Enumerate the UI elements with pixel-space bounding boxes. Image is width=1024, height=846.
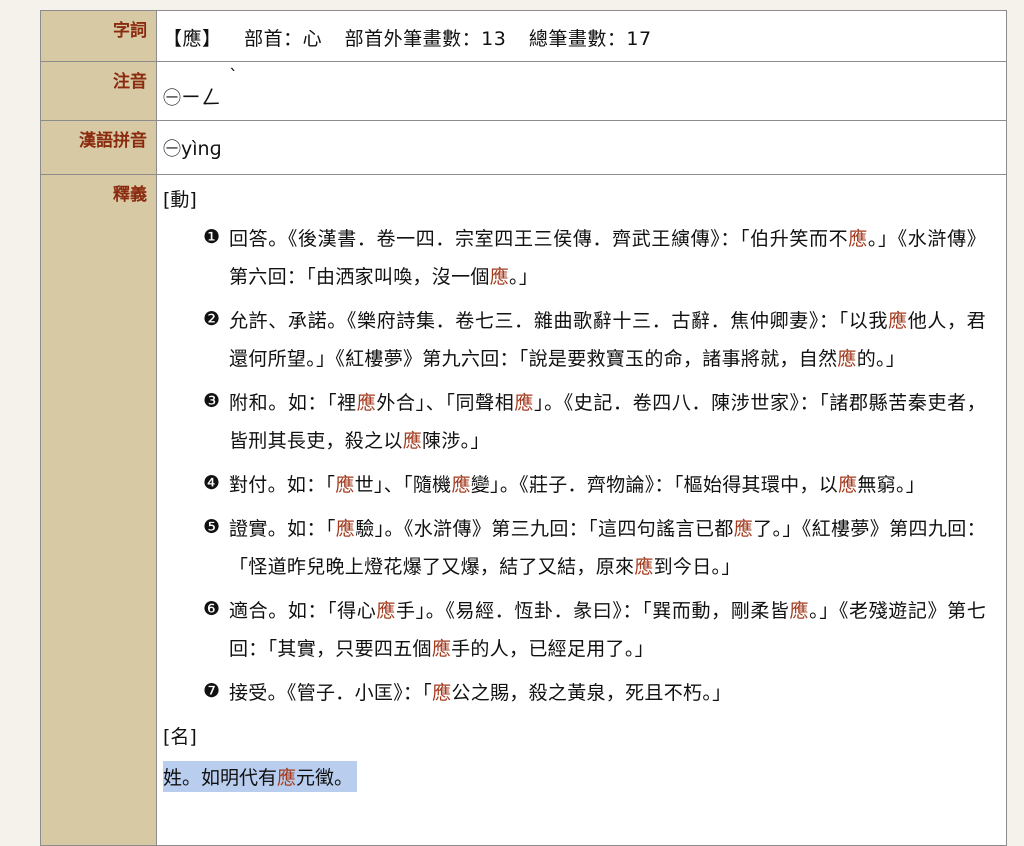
zhuyin-symbols: ㄧㄥ xyxy=(181,85,221,109)
highlighted-headword: 應 xyxy=(335,474,355,496)
sense-list: ❶ 回答。《後漢書．卷一四．宗室四王三侯傳．齊武王縯傳》：「伯升笑而不應。」《水滸… xyxy=(163,220,1006,712)
sense-item: ❶ 回答。《後漢書．卷一四．宗室四王三侯傳．齊武王縯傳》：「伯升笑而不應。」《水滸… xyxy=(163,220,1006,296)
highlighted-headword: 應 xyxy=(451,474,471,496)
sense-text: 對付。如：「應世」、「隨機應變」。《莊子．齊物論》：「樞始得其環中，以應無窮。」 xyxy=(229,466,986,504)
highlighted-headword: 應 xyxy=(789,600,810,622)
definition-text: 公之賜，殺之黃泉，死且不朽。」 xyxy=(451,682,732,704)
noun-definition-selected[interactable]: 姓。如明代有應元徵。 xyxy=(163,761,358,792)
sense-text: 證實。如：「應驗」。《水滸傳》第三九回：「這四句謠言已都應了。」《紅樓夢》第四九… xyxy=(229,510,986,586)
pinyin-text: yìnɡ xyxy=(181,138,222,160)
sense-number-icon: ❷ xyxy=(203,308,221,330)
pinyin-row: 漢語拼音 ㊀yìnɡ xyxy=(40,120,1007,175)
definition-label: 釋義 xyxy=(40,174,157,846)
highlighted-headword: 應 xyxy=(733,518,754,540)
definition-content: [動] ❶ 回答。《後漢書．卷一四．宗室四王三侯傳．齊武王縯傳》：「伯升笑而不應。… xyxy=(156,174,1007,846)
sense-item: ❸ 附和。如：「裡應外合」、「同聲相應」。《史記．卷四八．陳涉世家》：「諸郡縣苦秦… xyxy=(163,384,1006,460)
definition-text: 對付。如：「 xyxy=(229,474,336,496)
highlighted-headword: 應 xyxy=(489,266,510,288)
sense-text: 接受。《管子．小匡》：「應公之賜，殺之黃泉，死且不朽。」 xyxy=(229,674,986,712)
zhuyin-row: 注音 ˋ ㊀ㄧㄥ xyxy=(40,61,1007,121)
sense-item: ❹ 對付。如：「應世」、「隨機應變」。《莊子．齊物論》：「樞始得其環中，以應無窮。… xyxy=(163,466,1006,504)
sense-text: 附和。如：「裡應外合」、「同聲相應」。《史記．卷四八．陳涉世家》：「諸郡縣苦秦吏… xyxy=(229,384,986,460)
sense-number-icon: ❻ xyxy=(203,598,221,620)
definition-text: 驗」。《水滸傳》第三九回：「這四句謠言已都 xyxy=(355,518,734,540)
definition-text: 手」。《易經．恆卦．彖曰》：「巽而動，剛柔皆 xyxy=(396,600,790,622)
highlighted-headword: 應 xyxy=(277,767,297,789)
strokes-outside-radical: 部首外筆畫數：13 xyxy=(344,28,507,50)
definition-text: 到今日。」 xyxy=(653,556,741,578)
sense-number-icon: ❶ xyxy=(203,226,221,248)
highlighted-headword: 應 xyxy=(431,638,452,660)
sense-item: ❼ 接受。《管子．小匡》：「應公之賜，殺之黃泉，死且不朽。」 xyxy=(163,674,1006,712)
highlighted-headword: 應 xyxy=(837,348,857,370)
highlighted-headword: 應 xyxy=(514,392,534,414)
highlighted-headword: 應 xyxy=(888,310,908,332)
definition-text: 無窮。」 xyxy=(857,474,926,496)
highlighted-headword: 應 xyxy=(335,518,356,540)
sense-text: 回答。《後漢書．卷一四．宗室四王三侯傳．齊武王縯傳》：「伯升笑而不應。」《水滸傳… xyxy=(229,220,986,296)
definition-text: 外合」、「同聲相 xyxy=(376,392,515,414)
definition-text: 手的人，已經足用了。」 xyxy=(451,638,654,660)
highlighted-headword: 應 xyxy=(634,556,654,578)
reading-marker-icon: ㊀ xyxy=(163,139,181,160)
definition-text: 陳涉。」 xyxy=(422,430,490,452)
highlighted-headword: 應 xyxy=(402,430,423,452)
highlighted-headword: 應 xyxy=(356,392,377,414)
definition-text: 接受。《管子．小匡》：「 xyxy=(229,682,433,704)
zhuyin-label: 注音 xyxy=(40,61,157,121)
highlighted-headword: 應 xyxy=(376,600,397,622)
pinyin-value: ㊀yìnɡ xyxy=(156,120,1007,175)
radical: 部首：心 xyxy=(244,28,323,50)
sense-number-icon: ❸ xyxy=(203,390,221,412)
definition-text: 世」、「隨機 xyxy=(354,474,452,496)
definition-text: 適合。如：「得心 xyxy=(229,600,377,622)
pinyin-label: 漢語拼音 xyxy=(40,120,157,175)
reading-marker-icon: ㊀ xyxy=(163,88,181,109)
definition-text: 允許、承諾。《樂府詩集．卷七三．雜曲歌辭十三．古辭．焦仲卿妻》：「以我 xyxy=(229,310,889,332)
definition-text: 的。」 xyxy=(856,348,906,370)
zhuyin-tone-mark: ˋ xyxy=(229,66,238,87)
word-row: 字詞 【應】 部首：心 部首外筆畫數：13 總筆畫數：17 xyxy=(40,10,1007,62)
dictionary-page: 字詞 【應】 部首：心 部首外筆畫數：13 總筆畫數：17 注音 ˋ ㊀ㄧㄥ 漢… xyxy=(0,0,1024,846)
definition-text: 回答。《後漢書．卷一四．宗室四王三侯傳．齊武王縯傳》：「伯升笑而不 xyxy=(229,228,849,250)
sense-item: ❷ 允許、承諾。《樂府詩集．卷七三．雜曲歌辭十三．古辭．焦仲卿妻》：「以我應他人，… xyxy=(163,302,1006,378)
dictionary-entry-table: 字詞 【應】 部首：心 部首外筆畫數：13 總筆畫數：17 注音 ˋ ㊀ㄧㄥ 漢… xyxy=(40,10,1007,846)
definition-row: 釋義 [動] ❶ 回答。《後漢書．卷一四．宗室四王三侯傳．齊武王縯傳》：「伯升笑而… xyxy=(40,174,1007,846)
noun-pos-tag: [名] xyxy=(163,726,197,748)
highlighted-headword: 應 xyxy=(432,682,452,704)
zhuyin-value: ˋ ㊀ㄧㄥ xyxy=(156,61,1007,121)
definition-text: 元徵。 xyxy=(296,767,354,789)
definition-text: 姓。如明代有 xyxy=(163,767,278,789)
highlighted-headword: 應 xyxy=(848,228,868,250)
headword: 【應】 xyxy=(163,28,222,50)
sense-text: 允許、承諾。《樂府詩集．卷七三．雜曲歌辭十三．古辭．焦仲卿妻》：「以我應他人，君… xyxy=(229,302,986,378)
sense-item: ❻ 適合。如：「得心應手」。《易經．恆卦．彖曰》：「巽而動，剛柔皆應。」《老殘遊記… xyxy=(163,592,1006,668)
sense-number-icon: ❺ xyxy=(203,516,221,538)
sense-item: ❺ 證實。如：「應驗」。《水滸傳》第三九回：「這四句謠言已都應了。」《紅樓夢》第四… xyxy=(163,510,1006,586)
word-info: 【應】 部首：心 部首外筆畫數：13 總筆畫數：17 xyxy=(156,10,1007,62)
highlighted-headword: 應 xyxy=(838,474,858,496)
definition-text: 證實。如：「 xyxy=(229,518,336,540)
definition-text: 變」。《莊子．齊物論》：「樞始得其環中，以 xyxy=(470,474,839,496)
total-strokes: 總筆畫數：17 xyxy=(528,28,652,50)
definition-text: 。」 xyxy=(509,266,539,288)
sense-number-icon: ❹ xyxy=(203,472,221,494)
definition-text: 附和。如：「裡 xyxy=(229,392,357,414)
sense-number-icon: ❼ xyxy=(203,680,221,702)
sense-text: 適合。如：「得心應手」。《易經．恆卦．彖曰》：「巽而動，剛柔皆應。」《老殘遊記》… xyxy=(229,592,986,668)
verb-pos-tag: [動] xyxy=(163,189,197,211)
word-label: 字詞 xyxy=(40,10,157,62)
